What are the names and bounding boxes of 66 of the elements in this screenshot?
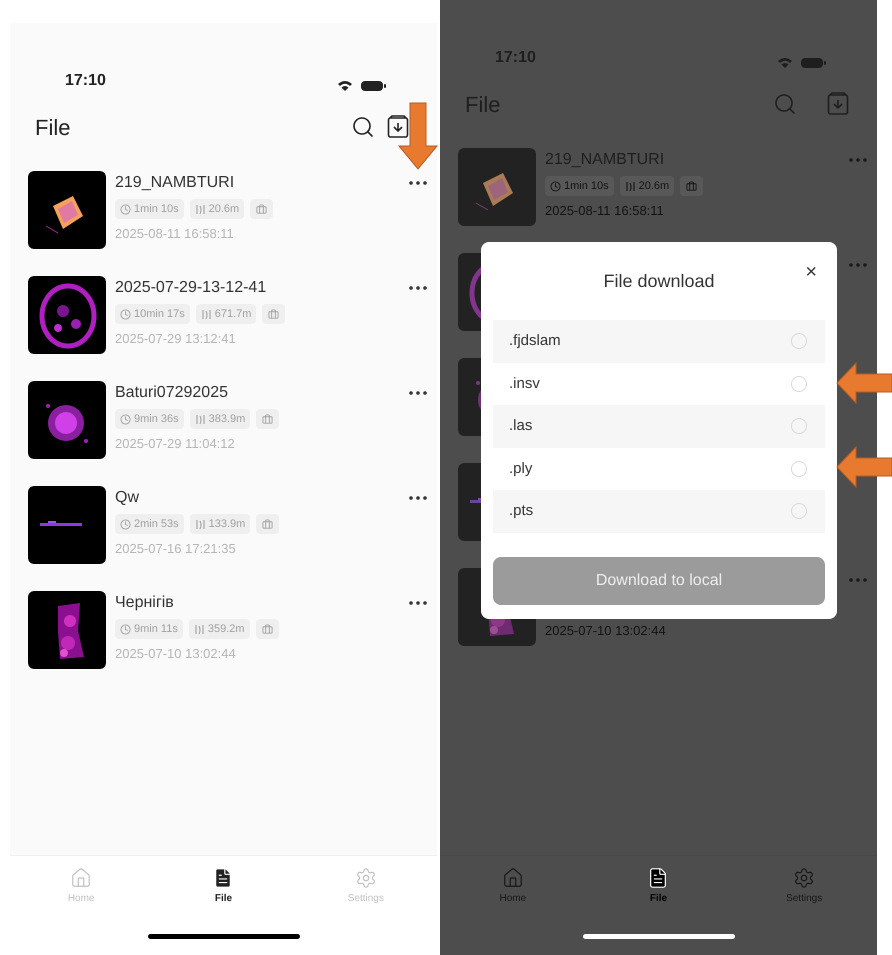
status-icons [337, 79, 387, 93]
format-option[interactable]: .fjdslam [493, 320, 825, 362]
format-option[interactable]: .las [493, 405, 825, 448]
file-name: Baturi07292025 [115, 383, 228, 403]
download-box-icon[interactable] [387, 115, 409, 139]
distance-tag: 20.6m [190, 199, 244, 219]
file-name: Qw [115, 488, 139, 508]
file-date: 2025-07-16 17:21:35 [115, 540, 236, 558]
dialog-title: File download [603, 270, 715, 292]
more-icon[interactable] [409, 391, 427, 395]
route-icon [624, 180, 636, 192]
duration-tag: 9min 36s [115, 409, 184, 429]
file-date: 2025-07-10 13:02:44 [545, 622, 666, 640]
case-icon [268, 308, 280, 320]
clock-icon [120, 624, 131, 634]
clock-icon [120, 308, 131, 320]
route-icon [194, 624, 205, 634]
file-name: 2025-07-29-13-12-41 [115, 278, 266, 298]
search-icon[interactable] [351, 115, 375, 139]
file-date: 2025-07-29 11:04:12 [115, 435, 235, 454]
gear-icon [354, 867, 377, 889]
gear-icon [793, 867, 816, 889]
more-icon[interactable] [409, 601, 427, 605]
file-name: Чернігів [115, 593, 174, 613]
clock-icon [120, 414, 131, 424]
tab-item[interactable]: File [183, 867, 264, 906]
duration-tag: 1min 10s [545, 176, 614, 196]
route-icon [194, 518, 206, 530]
more-icon[interactable] [409, 496, 427, 500]
left-arrow-annotation [836, 446, 892, 488]
distance-tag: 133.9m [190, 514, 250, 534]
case-icon [262, 518, 274, 530]
left-arrow-annotation [836, 362, 892, 404]
close-button[interactable]: × [805, 262, 817, 282]
duration-tag: 10min 17s [115, 304, 190, 324]
format-option[interactable]: .pts [493, 490, 825, 532]
down-arrow-annotation [398, 102, 438, 170]
route-icon [200, 308, 212, 320]
route-icon [194, 414, 206, 424]
clock-icon [120, 204, 131, 214]
status-icons [777, 56, 827, 70]
clock-icon [120, 518, 131, 530]
case-icon [262, 414, 274, 424]
file-date: 2025-07-10 13:02:44 [115, 645, 236, 664]
duration-tag: 1min 10s [115, 199, 184, 219]
file-name: 219_NAMBTURI [115, 173, 234, 193]
clock-icon [550, 180, 561, 192]
status-time: 17:10 [65, 71, 106, 91]
home-icon [502, 867, 524, 889]
more-icon[interactable] [409, 181, 427, 185]
page-title: File [35, 114, 70, 142]
more-icon[interactable] [409, 286, 427, 290]
distance-tag: 359.2m [188, 619, 250, 639]
home-icon [70, 867, 92, 889]
distance-tag: 20.6m [620, 176, 674, 196]
file-date: 2025-07-29 13:12:41 [115, 330, 236, 348]
duration-tag: 9min 11s [115, 619, 183, 639]
route-icon [194, 204, 206, 214]
file-date: 2025-08-11 16:58:11 [115, 225, 234, 244]
case-icon [686, 180, 698, 192]
duration-tag: 2min 53s [115, 514, 184, 534]
distance-tag: 383.9m [190, 409, 250, 429]
file-date: 2025-08-11 16:58:11 [545, 202, 664, 220]
case-icon [256, 204, 268, 214]
case-icon [262, 624, 273, 634]
distance-tag: 671.7m [196, 304, 256, 324]
